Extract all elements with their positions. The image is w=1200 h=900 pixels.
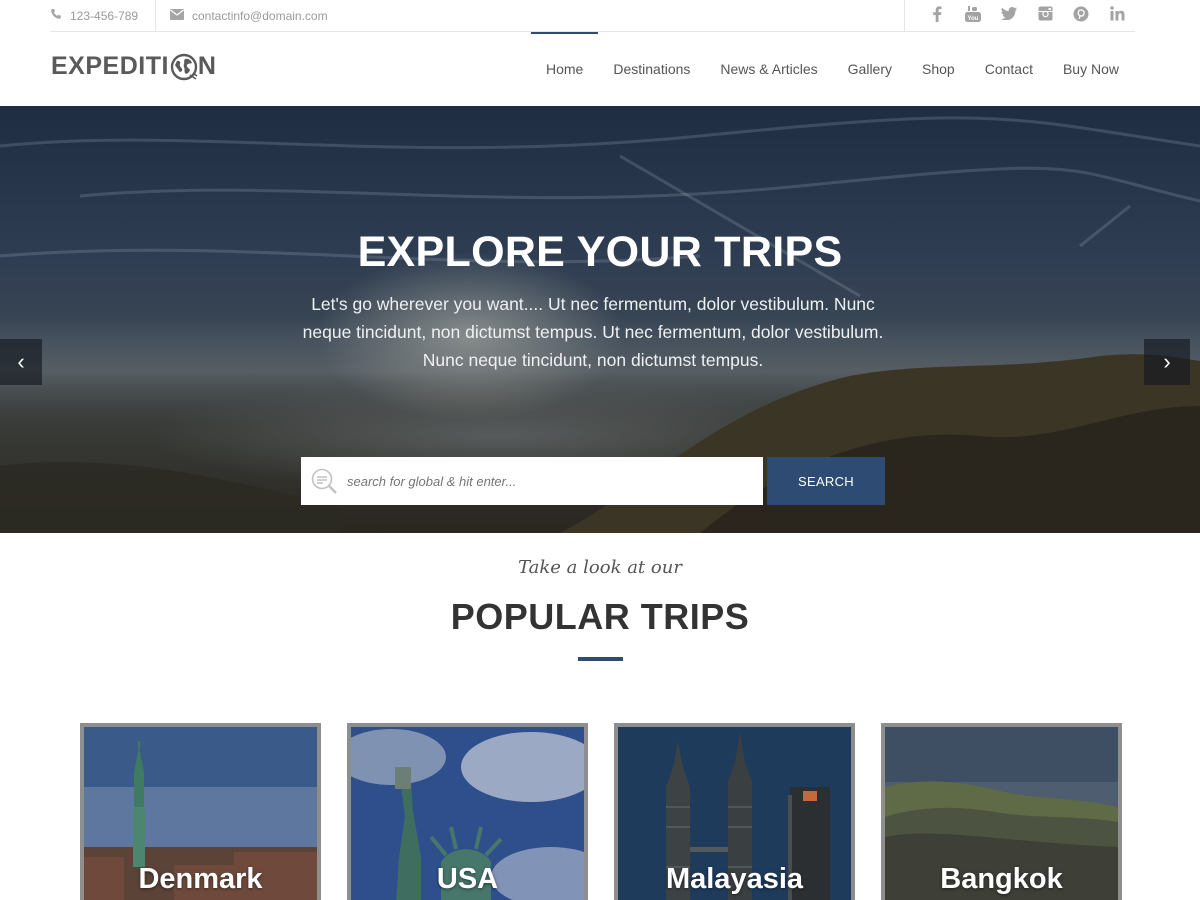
- social-links: You: [904, 0, 1135, 31]
- email-info: contactinfo@domain.com: [170, 0, 328, 31]
- globe-icon: [170, 53, 198, 81]
- logo-text-start: EXPEDITI: [51, 52, 169, 80]
- nav-item-buy-now[interactable]: Buy Now: [1048, 32, 1134, 106]
- nav-item-shop[interactable]: Shop: [907, 32, 970, 106]
- pinterest-icon[interactable]: [1063, 6, 1099, 26]
- linkedin-icon[interactable]: [1099, 6, 1135, 25]
- site-logo[interactable]: EXPEDITI N: [51, 52, 216, 81]
- trip-card-malayasia[interactable]: Malayasia: [614, 723, 855, 900]
- search-button[interactable]: SEARCH: [767, 457, 885, 505]
- phone-number[interactable]: 123-456-789: [70, 9, 138, 23]
- top-bar: 123-456-789 contactinfo@domain.com You: [50, 0, 1135, 32]
- section-divider: [578, 657, 623, 661]
- hero-subtitle: Let's go wherever you want.... Ut nec fe…: [302, 294, 884, 370]
- trip-label-bangkok: Bangkok: [940, 863, 1063, 895]
- slider-prev-button[interactable]: ‹: [0, 339, 42, 385]
- twitter-icon[interactable]: [991, 7, 1027, 24]
- nav-item-news-articles[interactable]: News & Articles: [705, 32, 832, 106]
- phone-icon: [50, 8, 62, 23]
- trip-label-malayasia: Malayasia: [665, 863, 804, 895]
- youtube-icon[interactable]: You: [955, 5, 991, 26]
- trip-card-bangkok[interactable]: Bangkok: [881, 723, 1122, 900]
- chevron-left-icon: ‹: [17, 349, 25, 374]
- hero-slider: EXPLORE YOUR TRIPS Let's go wherever you…: [0, 106, 1200, 533]
- logo-text-end: N: [197, 52, 217, 80]
- phone-info: 123-456-789: [50, 0, 156, 31]
- search-icon: [301, 457, 347, 505]
- main-nav: Home Destinations News & Articles Galler…: [531, 32, 1134, 106]
- instagram-icon[interactable]: [1027, 6, 1063, 25]
- envelope-icon: [170, 8, 184, 23]
- trip-card-usa[interactable]: USA: [347, 723, 588, 900]
- trip-card-denmark[interactable]: Denmark: [80, 723, 321, 900]
- search-input[interactable]: [347, 473, 747, 489]
- facebook-icon[interactable]: [919, 5, 955, 26]
- trip-label-usa: USA: [436, 863, 499, 895]
- hero-search-box: [301, 457, 763, 505]
- hero-title: EXPLORE YOUR TRIPS: [357, 228, 843, 276]
- nav-item-contact[interactable]: Contact: [970, 32, 1048, 106]
- site-header: EXPEDITI N Home Destinations News & Arti…: [0, 32, 1200, 106]
- chevron-right-icon: ›: [1163, 349, 1171, 374]
- svg-text:You: You: [968, 16, 979, 22]
- section-pre-title: Take a look at our: [518, 557, 682, 578]
- trip-label-denmark: Denmark: [138, 863, 263, 895]
- trip-cards: Denmark USA Malayasia Bangkok: [80, 723, 1122, 900]
- email-address[interactable]: contactinfo@domain.com: [192, 9, 328, 23]
- section-title: POPULAR TRIPS: [450, 596, 750, 637]
- nav-item-gallery[interactable]: Gallery: [833, 32, 907, 106]
- slider-next-button[interactable]: ›: [1144, 339, 1190, 385]
- nav-item-destinations[interactable]: Destinations: [598, 32, 705, 106]
- nav-item-home[interactable]: Home: [531, 32, 599, 106]
